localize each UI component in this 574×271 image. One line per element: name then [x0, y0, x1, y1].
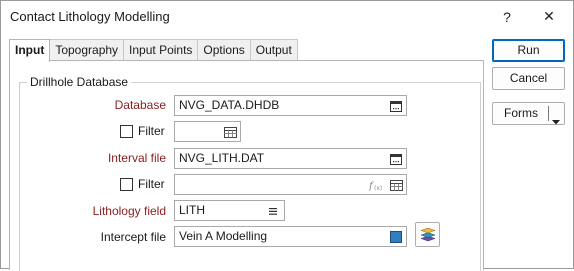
help-button[interactable]: ?	[489, 1, 525, 32]
forms-button[interactable]: Forms	[492, 102, 565, 125]
tab-input-points[interactable]: Input Points	[123, 39, 199, 61]
dropdown-arrow-icon[interactable]	[552, 111, 560, 132]
filter-table-icon[interactable]	[222, 125, 238, 139]
layers-button[interactable]	[415, 222, 440, 247]
filter1-label: Filter	[138, 124, 165, 138]
tab-options[interactable]: Options	[197, 39, 251, 61]
forms-label: Forms	[504, 106, 538, 120]
run-button[interactable]: Run	[492, 39, 565, 62]
browse-icon[interactable]	[388, 152, 404, 166]
interval-file-label: Interval file	[107, 151, 166, 165]
intercept-file-field[interactable]: Vein A Modelling	[174, 226, 407, 247]
svg-text:(x): (x)	[374, 185, 382, 191]
group-label: Drillhole Database	[27, 75, 132, 89]
forms-separator	[548, 106, 549, 121]
color-swatch-icon[interactable]	[388, 230, 404, 244]
tab-topography[interactable]: Topography	[49, 39, 125, 61]
interval-file-field[interactable]: NVG_LITH.DAT	[174, 148, 407, 169]
filter2-label: Filter	[138, 177, 165, 191]
filter2-checkbox[interactable]	[120, 178, 133, 191]
cancel-button[interactable]: Cancel	[492, 67, 565, 90]
tab-panel-input: Drillhole Database Database NVG_DATA.DHD…	[9, 60, 484, 271]
filter1-checkbox[interactable]	[120, 125, 133, 138]
title-bar: Contact Lithology Modelling ? ✕	[1, 1, 573, 32]
layers-icon	[419, 227, 436, 242]
tab-strip: Input Topography Input Points Options Ou…	[9, 39, 298, 62]
intercept-file-label: Intercept file	[100, 230, 166, 244]
function-icon[interactable]: f (x)	[368, 178, 384, 192]
tab-output[interactable]: Output	[249, 39, 298, 61]
database-label: Database	[114, 98, 166, 112]
window-title: Contact Lithology Modelling	[10, 9, 170, 24]
database-field[interactable]: NVG_DATA.DHDB	[174, 95, 407, 116]
filter-table-icon[interactable]	[388, 178, 404, 192]
close-button[interactable]: ✕	[531, 1, 567, 32]
list-icon[interactable]	[265, 204, 281, 218]
dialog-window: Contact Lithology Modelling ? ✕ Input To…	[0, 0, 574, 271]
lithology-field-label: Lithology field	[92, 204, 166, 218]
tab-input[interactable]: Input	[9, 39, 51, 62]
browse-icon[interactable]	[388, 99, 404, 113]
